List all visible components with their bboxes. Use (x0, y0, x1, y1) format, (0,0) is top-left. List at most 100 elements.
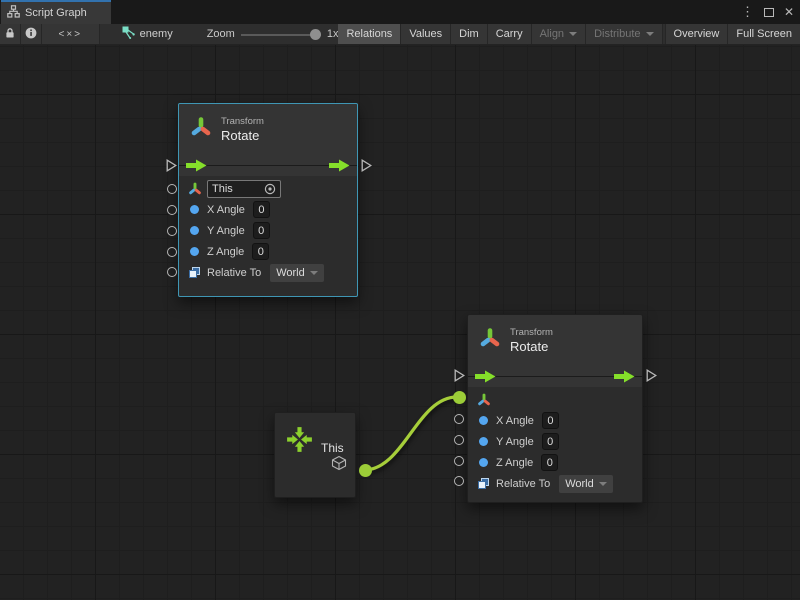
value-input-port[interactable] (454, 414, 464, 424)
input-row-x-angle: X Angle 0 (468, 410, 642, 431)
info-icon (25, 27, 37, 42)
transform-icon (189, 115, 213, 144)
node-rotate-top[interactable]: Transform Rotate (178, 103, 358, 297)
dropdown-arrow-icon (569, 32, 577, 36)
self-converge-icon (284, 424, 315, 460)
transform-icon (478, 326, 502, 355)
connected-value-input-port[interactable] (453, 391, 466, 404)
float-port-icon (190, 247, 199, 256)
control-input-port[interactable] (166, 159, 177, 177)
relative-to-dropdown[interactable]: World (270, 264, 324, 282)
flow-in-arrow-icon (475, 370, 496, 388)
input-label: Relative To (496, 478, 550, 490)
overview-button[interactable]: Overview (666, 24, 729, 44)
maximize-icon[interactable] (764, 8, 774, 17)
float-port-icon (479, 416, 488, 425)
input-row-z-angle: Z Angle 0 (179, 241, 357, 262)
node-rotate-bottom[interactable]: Transform Rotate (467, 314, 643, 503)
tab-label: Script Graph (25, 7, 87, 19)
control-output-port[interactable] (361, 159, 372, 177)
relations-button[interactable]: Relations (338, 24, 401, 44)
graph-name: enemy (140, 28, 173, 40)
value-input-port[interactable] (167, 247, 177, 257)
input-row-x-angle: X Angle 0 (179, 199, 357, 220)
value-input-port[interactable] (454, 435, 464, 445)
value-input-port[interactable] (167, 267, 177, 277)
relative-to-dropdown[interactable]: World (559, 475, 613, 493)
input-label: Y Angle (496, 436, 534, 448)
float-port-icon (479, 458, 488, 467)
control-output-port[interactable] (646, 369, 657, 387)
node-title: Rotate (221, 128, 264, 143)
zoom-level: 1x (327, 28, 339, 40)
zoom-label: Zoom (207, 28, 235, 40)
value-input-port[interactable] (167, 205, 177, 215)
transform-mini-icon (187, 182, 202, 196)
values-button[interactable]: Values (401, 24, 451, 44)
tab-script-graph[interactable]: Script Graph (1, 0, 111, 24)
zoom-slider-track (241, 34, 321, 36)
object-picker-icon[interactable] (264, 183, 276, 195)
fullscreen-button[interactable]: Full Screen (728, 24, 800, 44)
window-menu-icon[interactable]: ⋮ (741, 4, 754, 20)
input-row-y-angle: Y Angle 0 (179, 220, 357, 241)
graph-toolbar: <×> enemy Zoom 1x Relations Values Dim C… (0, 24, 800, 45)
x-angle-value[interactable]: 0 (253, 201, 270, 218)
input-label: X Angle (496, 415, 534, 427)
y-angle-value[interactable]: 0 (253, 222, 270, 239)
gameobject-cube-icon (331, 455, 347, 476)
value-input-port[interactable] (454, 476, 464, 486)
align-button: Align (532, 24, 586, 44)
float-port-icon (479, 437, 488, 446)
transform-mini-icon (476, 393, 491, 407)
flow-in-arrow-icon (186, 159, 207, 177)
breadcrumb[interactable]: enemy (122, 24, 173, 44)
graph-hierarchy-icon (7, 5, 20, 21)
distribute-button: Distribute (586, 24, 662, 44)
node-this[interactable]: This (274, 412, 356, 498)
control-input-port[interactable] (454, 369, 465, 387)
y-angle-value[interactable]: 0 (542, 433, 559, 450)
self-output-port[interactable] (359, 464, 372, 477)
value-input-port[interactable] (167, 184, 177, 194)
float-port-icon (190, 226, 199, 235)
input-row-target-connected (468, 389, 642, 410)
zoom-slider-handle[interactable] (310, 29, 321, 40)
node-header[interactable]: Transform Rotate (468, 315, 642, 366)
input-label: X Angle (207, 204, 245, 216)
value-input-port[interactable] (454, 456, 464, 466)
node-category: Transform (510, 327, 553, 339)
code-preview-button[interactable]: <×> (42, 24, 100, 44)
node-title: This (321, 441, 344, 455)
z-angle-value[interactable]: 0 (541, 454, 558, 471)
input-row-y-angle: Y Angle 0 (468, 431, 642, 452)
node-category: Transform (221, 116, 264, 128)
info-button[interactable] (21, 24, 42, 44)
lock-button[interactable] (0, 24, 21, 44)
close-icon[interactable]: ✕ (784, 5, 794, 19)
lock-icon (4, 27, 16, 42)
dropdown-arrow-icon (310, 271, 318, 275)
title-bar: Script Graph ⋮ ✕ (0, 0, 800, 24)
dropdown-arrow-icon (599, 482, 607, 486)
zoom-slider[interactable] (241, 24, 321, 45)
graph-canvas[interactable]: Transform Rotate (0, 45, 800, 600)
node-header[interactable]: Transform Rotate (179, 104, 357, 155)
target-object-field[interactable]: This (207, 180, 281, 198)
enum-icon (476, 477, 491, 490)
carry-button[interactable]: Carry (488, 24, 532, 44)
enum-icon (187, 266, 202, 279)
input-label: Y Angle (207, 225, 245, 237)
input-label: Z Angle (496, 457, 533, 469)
graph-icon (122, 26, 135, 42)
x-angle-value[interactable]: 0 (542, 412, 559, 429)
value-input-port[interactable] (167, 226, 177, 236)
input-label: Z Angle (207, 246, 244, 258)
connection-wire (0, 45, 800, 600)
z-angle-value[interactable]: 0 (252, 243, 269, 260)
dropdown-arrow-icon (646, 32, 654, 36)
dim-button[interactable]: Dim (451, 24, 488, 44)
flow-out-arrow-icon (614, 370, 635, 388)
input-row-z-angle: Z Angle 0 (468, 452, 642, 473)
input-row-target: This (179, 178, 357, 199)
